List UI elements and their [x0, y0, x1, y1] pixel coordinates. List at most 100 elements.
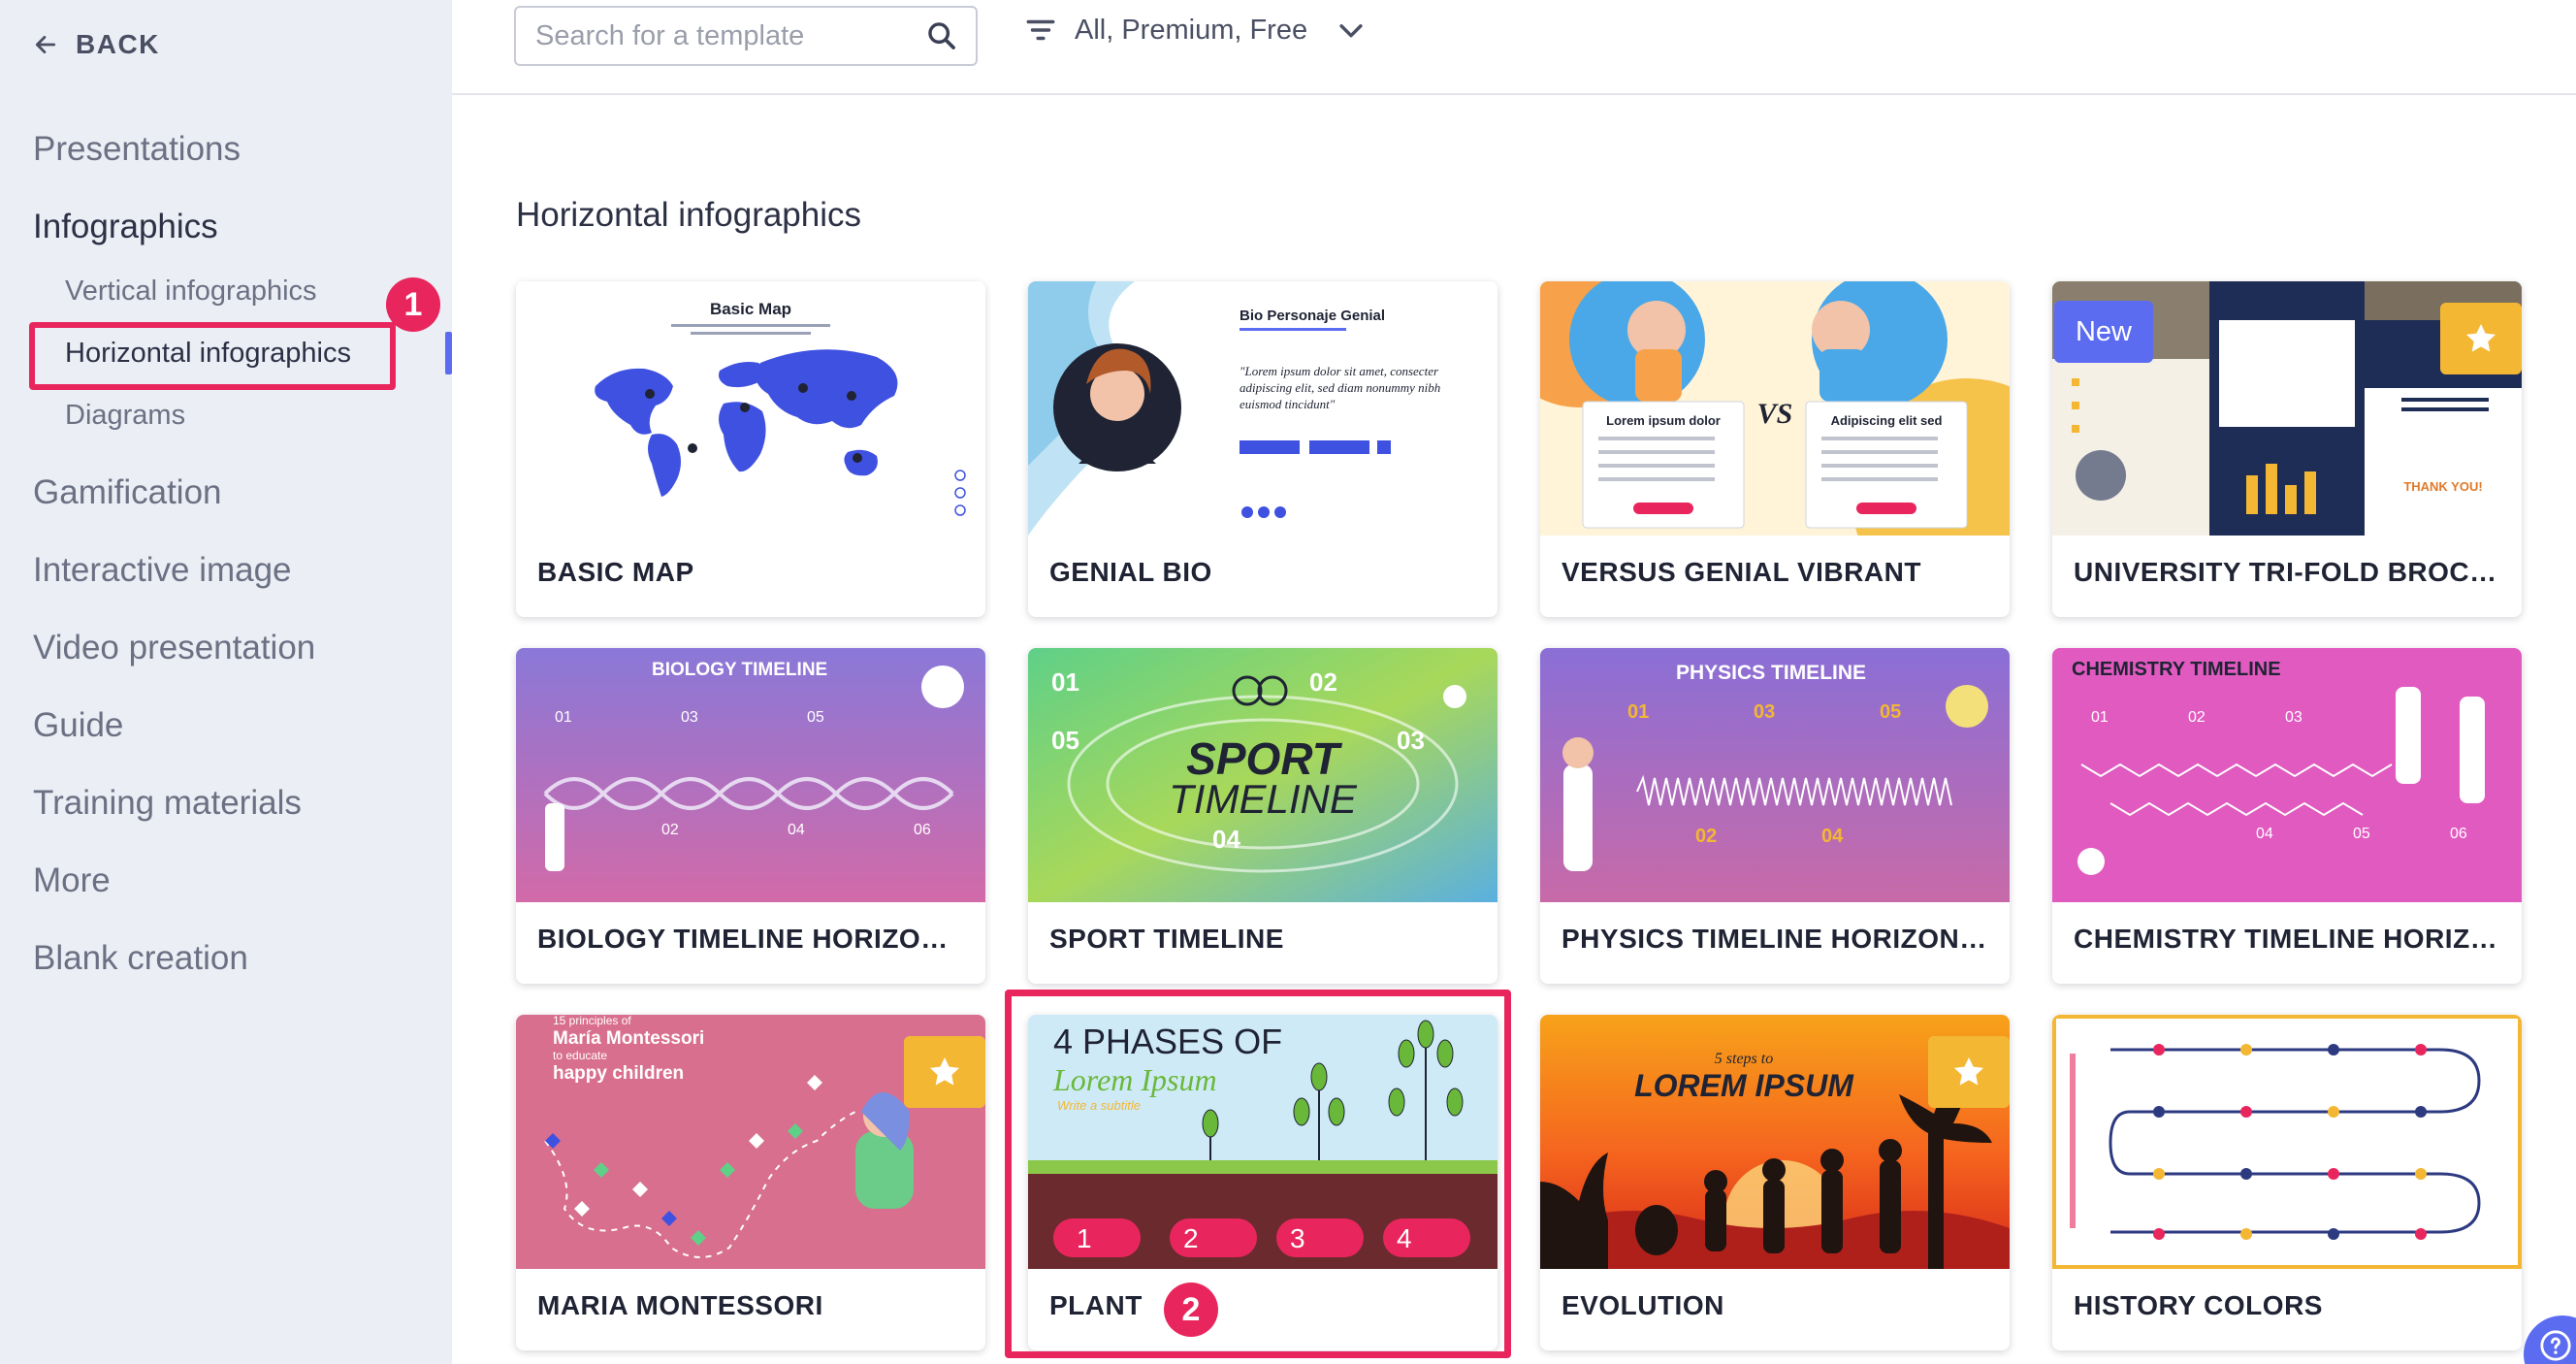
- template-thumbnail: SPORT TIMELINE 01 02 03 04 05: [1028, 648, 1497, 902]
- thumb-title: CHEMISTRY TIMELINE: [2072, 659, 2281, 680]
- svg-text:06: 06: [914, 822, 931, 838]
- sidebar-item-infographics[interactable]: Infographics: [33, 208, 218, 246]
- template-card-sport-timeline[interactable]: SPORT TIMELINE 01 02 03 04 05 SPORT TIME…: [1028, 648, 1497, 984]
- template-card-history-colors[interactable]: HISTORY COLORS: [2052, 1015, 2522, 1350]
- svg-text:04: 04: [788, 822, 805, 838]
- sidebar-item-training-materials[interactable]: Training materials: [33, 784, 302, 823]
- template-thumbnail: CHEMISTRY TIMELINE 01 02 03 04 05 06: [2052, 648, 2522, 902]
- svg-text:4: 4: [1397, 1223, 1412, 1253]
- template-title: BASIC MAP: [537, 557, 694, 587]
- search-box: [514, 6, 978, 66]
- svg-text:01: 01: [555, 709, 572, 726]
- step-badge-1: 1: [386, 277, 440, 332]
- template-card-versus-genial-vibrant[interactable]: Lorem ipsum dolor Adipiscing elit sed VS…: [1540, 281, 2010, 617]
- svg-text:04: 04: [1821, 826, 1844, 847]
- template-title: HISTORY COLORS: [2074, 1290, 2323, 1320]
- help-button[interactable]: [2524, 1315, 2576, 1364]
- back-label: BACK: [76, 29, 160, 59]
- sidebar-item-interactive-image[interactable]: Interactive image: [33, 551, 292, 590]
- section-title: Horizontal infographics: [516, 196, 862, 234]
- thumb-title: LOREM IPSUM: [1634, 1068, 1854, 1103]
- filter-icon: [1026, 19, 1055, 41]
- thumb-title: BIOLOGY TIMELINE: [652, 660, 827, 680]
- thumb-line3: to educate: [553, 1049, 607, 1062]
- sidebar: BACK Presentations Infographics Vertical…: [0, 0, 452, 1364]
- thumb-title: Bio Personaje Genial: [1240, 308, 1385, 324]
- template-card-plant[interactable]: 4 PHASES OF Lorem Ipsum Write a subtitle: [1028, 1015, 1497, 1350]
- sidebar-item-video-presentation[interactable]: Video presentation: [33, 629, 315, 667]
- sidebar-subitem-vertical-infographics[interactable]: Vertical infographics: [65, 276, 317, 308]
- template-card-basic-map[interactable]: Basic Map BASIC MAP: [516, 281, 985, 617]
- template-title: MARIA MONTESSORI: [537, 1290, 823, 1320]
- template-title: UNIVERSITY TRI-FOLD BROCHURE: [2074, 557, 2500, 587]
- thumb-line1: 15 principles of: [553, 1015, 631, 1027]
- template-title: VERSUS GENIAL VIBRANT: [1562, 557, 1921, 587]
- back-button[interactable]: BACK: [33, 29, 160, 60]
- template-thumbnail: [2052, 1015, 2522, 1269]
- template-title: SPORT TIMELINE: [1049, 924, 1284, 954]
- svg-text:02: 02: [2188, 709, 2206, 726]
- svg-text:03: 03: [2285, 709, 2302, 726]
- template-title: GENIAL BIO: [1049, 557, 1212, 587]
- star-icon: [2465, 323, 2496, 352]
- step-badge-2: 2: [1164, 1283, 1218, 1337]
- thumb-title: Basic Map: [710, 300, 791, 318]
- sidebar-item-guide[interactable]: Guide: [33, 706, 123, 745]
- premium-star-badge: [1928, 1036, 2010, 1108]
- template-card-maria-montessori[interactable]: 15 principles of María Montessori to edu…: [516, 1015, 985, 1350]
- svg-text:02: 02: [1309, 667, 1337, 697]
- template-card-biology-timeline-horizontal[interactable]: BIOLOGY TIMELINE 01 03 05 02 04 06 BIOLO…: [516, 648, 985, 984]
- thumb-small: 5 steps to: [1715, 1051, 1773, 1067]
- active-indicator: [445, 332, 452, 374]
- thumb-tag: Write a subtitle: [1057, 1098, 1141, 1113]
- svg-text:2: 2: [1183, 1223, 1199, 1253]
- sidebar-item-presentations[interactable]: Presentations: [33, 130, 241, 169]
- sidebar-subitem-horizontal-infographics[interactable]: Horizontal infographics: [65, 338, 351, 370]
- template-title: PHYSICS TIMELINE HORIZONTAL: [1562, 924, 1988, 954]
- top-bar: All, Premium, Free: [452, 0, 2576, 95]
- thumb-line2: María Montessori: [553, 1028, 704, 1049]
- svg-text:02: 02: [661, 822, 679, 838]
- svg-text:01: 01: [2091, 709, 2109, 726]
- star-icon: [929, 1056, 960, 1086]
- svg-text:01: 01: [1627, 701, 1649, 723]
- search-icon[interactable]: [925, 19, 958, 52]
- search-input[interactable]: [535, 19, 925, 52]
- svg-text:1: 1: [1077, 1223, 1092, 1253]
- template-title: CHEMISTRY TIMELINE HORIZONTAL: [2074, 924, 2500, 954]
- template-thumbnail: 4 PHASES OF Lorem Ipsum Write a subtitle: [1028, 1015, 1497, 1269]
- thumb-left: Lorem ipsum dolor: [1606, 413, 1721, 428]
- template-card-genial-bio[interactable]: Bio Personaje Genial "Lorem ipsum dolor …: [1028, 281, 1497, 617]
- sidebar-item-gamification[interactable]: Gamification: [33, 473, 222, 512]
- thumb-title: 4 PHASES OF: [1053, 1022, 1282, 1061]
- template-title: BIOLOGY TIMELINE HORIZONTAL: [537, 924, 964, 954]
- thumb-subtitle: Lorem Ipsum: [1052, 1062, 1217, 1097]
- svg-text:03: 03: [1754, 701, 1775, 723]
- thumb-quote: "Lorem ipsum dolor sit amet, consecter a…: [1240, 364, 1441, 411]
- svg-text:3: 3: [1290, 1223, 1305, 1253]
- sidebar-item-more[interactable]: More: [33, 861, 111, 900]
- template-card-evolution[interactable]: 5 steps to LOREM IPSUM EVOLUTION: [1540, 1015, 2010, 1350]
- help-icon: [2540, 1330, 2571, 1361]
- chevron-down-icon: [1339, 24, 1363, 38]
- svg-text:02: 02: [1695, 826, 1717, 847]
- template-card-university-tri-fold-brochure[interactable]: THANK YOU! UNIVERSITY TRI-FOLD BROCHURE …: [2052, 281, 2522, 617]
- premium-star-badge: [904, 1036, 985, 1108]
- arrow-left-icon: [35, 36, 56, 53]
- template-card-physics-timeline-horizontal[interactable]: PHYSICS TIMELINE 01 03 05 02 04 PHYSICS …: [1540, 648, 2010, 984]
- thumb-title-2: TIMELINE: [1169, 776, 1358, 822]
- app: BACK Presentations Infographics Vertical…: [0, 0, 2576, 1364]
- premium-star-badge: [2440, 303, 2522, 374]
- template-thumbnail: PHYSICS TIMELINE 01 03 05 02 04: [1540, 648, 2010, 902]
- filter-dropdown[interactable]: All, Premium, Free: [1024, 14, 1368, 47]
- thumb-right: Adipiscing elit sed: [1831, 413, 1943, 428]
- svg-text:04: 04: [2256, 826, 2273, 842]
- sidebar-subitem-diagrams[interactable]: Diagrams: [65, 400, 185, 432]
- thumb-vs: VS: [1757, 398, 1793, 430]
- filter-label: All, Premium, Free: [1075, 14, 1308, 46]
- template-thumbnail: BIOLOGY TIMELINE 01 03 05 02 04 06: [516, 648, 985, 902]
- sidebar-item-blank-creation[interactable]: Blank creation: [33, 939, 248, 978]
- template-card-chemistry-timeline-horizontal[interactable]: CHEMISTRY TIMELINE 01 02 03 04 05 06 CHE…: [2052, 648, 2522, 984]
- template-title: EVOLUTION: [1562, 1290, 1724, 1320]
- svg-text:05: 05: [2353, 826, 2370, 842]
